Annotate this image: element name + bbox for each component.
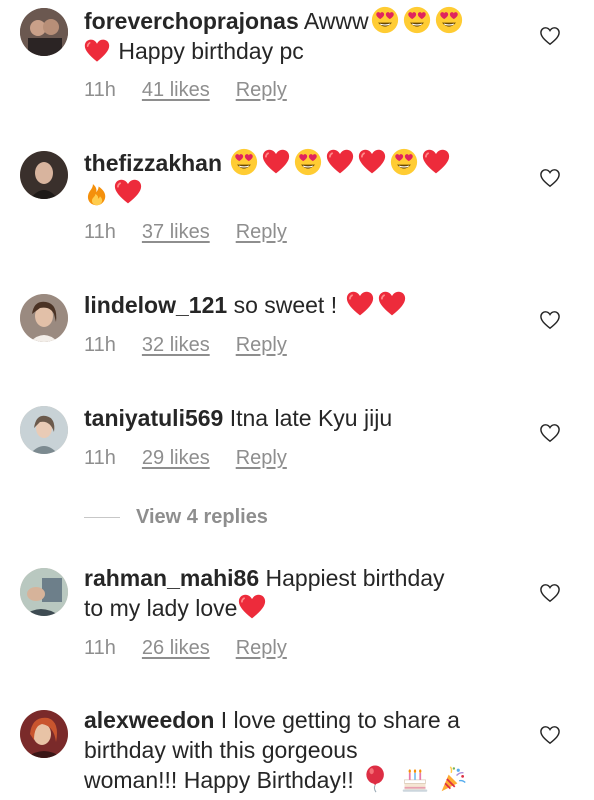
heart-eyes-icon bbox=[403, 6, 431, 34]
like-heart-icon[interactable] bbox=[539, 423, 561, 443]
red-heart-icon bbox=[358, 148, 386, 176]
comment-body: so sweet ! bbox=[233, 292, 338, 318]
likes-link[interactable]: 37 likes bbox=[142, 221, 210, 244]
comment-meta: 11h 32 likes Reply bbox=[84, 334, 287, 357]
fire-icon bbox=[84, 180, 110, 206]
like-heart-icon[interactable] bbox=[539, 725, 561, 745]
comment-body-line2: birthday with this gorgeous bbox=[84, 737, 358, 763]
avatar[interactable] bbox=[20, 710, 68, 758]
likes-link[interactable]: 29 likes bbox=[142, 447, 210, 470]
comment-body-line3: woman!!! Happy Birthday!! bbox=[84, 767, 354, 793]
comment-body: I love getting to share a bbox=[220, 707, 460, 733]
comment-time: 11h bbox=[84, 79, 116, 101]
like-heart-icon[interactable] bbox=[539, 26, 561, 46]
comment-body: Awww bbox=[303, 8, 369, 34]
red-heart-icon bbox=[378, 290, 406, 318]
comment-username[interactable]: alexweedon bbox=[84, 707, 214, 733]
comment-body: Itna late Kyu jiju bbox=[229, 405, 393, 431]
heart-eyes-icon bbox=[294, 148, 322, 176]
avatar[interactable] bbox=[20, 406, 68, 454]
red-heart-icon bbox=[84, 38, 110, 64]
comment-text: taniyatuli569 Itna late Kyu jiju bbox=[84, 403, 524, 433]
comment-body-line2: to my lady love bbox=[84, 595, 238, 621]
like-heart-icon[interactable] bbox=[539, 310, 561, 330]
party-popper-icon bbox=[439, 765, 467, 793]
reply-button[interactable]: Reply bbox=[236, 637, 287, 660]
comment-text: foreverchoprajonas Awww Happy birthday p… bbox=[84, 6, 524, 66]
reply-button[interactable]: Reply bbox=[236, 447, 287, 470]
comment-username[interactable]: foreverchoprajonas bbox=[84, 8, 299, 34]
comment-body: Happiest birthday bbox=[265, 565, 445, 591]
comment-time: 11h bbox=[84, 637, 116, 659]
red-heart-icon bbox=[238, 593, 266, 621]
comment-text: alexweedon I love getting to share a bir… bbox=[84, 705, 524, 795]
like-heart-icon[interactable] bbox=[539, 168, 561, 188]
likes-link[interactable]: 41 likes bbox=[142, 79, 210, 102]
red-heart-icon bbox=[262, 148, 290, 176]
avatar[interactable] bbox=[20, 151, 68, 199]
comment-meta: 11h 37 likes Reply bbox=[84, 221, 287, 244]
comment-time: 11h bbox=[84, 221, 116, 243]
red-heart-icon bbox=[422, 148, 450, 176]
red-heart-icon bbox=[346, 290, 374, 318]
reply-button[interactable]: Reply bbox=[236, 221, 287, 244]
comment-username[interactable]: thefizzakhan bbox=[84, 150, 222, 176]
avatar[interactable] bbox=[20, 568, 68, 616]
comment-meta: 11h 29 likes Reply bbox=[84, 447, 287, 470]
comment-username[interactable]: rahman_mahi86 bbox=[84, 565, 259, 591]
balloon-icon bbox=[362, 765, 390, 793]
comment-time: 11h bbox=[84, 334, 116, 356]
reply-button[interactable]: Reply bbox=[236, 334, 287, 357]
likes-link[interactable]: 26 likes bbox=[142, 637, 210, 660]
heart-eyes-icon bbox=[390, 148, 418, 176]
comment-meta: 11h 41 likes Reply bbox=[84, 79, 287, 102]
reply-button[interactable]: Reply bbox=[236, 79, 287, 102]
comment-time: 11h bbox=[84, 447, 116, 469]
heart-eyes-icon bbox=[435, 6, 463, 34]
heart-eyes-icon bbox=[371, 6, 399, 34]
avatar[interactable] bbox=[20, 8, 68, 56]
comment-body-line2: Happy birthday pc bbox=[118, 38, 304, 64]
view-replies-label[interactable]: View 4 replies bbox=[136, 506, 268, 529]
red-heart-icon bbox=[326, 148, 354, 176]
comment-meta: 11h 26 likes Reply bbox=[84, 637, 287, 660]
avatar[interactable] bbox=[20, 294, 68, 342]
comment-text: lindelow_121 so sweet ! bbox=[84, 290, 524, 320]
comment-username[interactable]: taniyatuli569 bbox=[84, 405, 223, 431]
comment-text: thefizzakhan bbox=[84, 148, 524, 208]
view-replies-button[interactable]: View 4 replies bbox=[84, 506, 268, 529]
like-heart-icon[interactable] bbox=[539, 583, 561, 603]
divider-line bbox=[84, 517, 120, 518]
red-heart-icon bbox=[114, 178, 142, 206]
likes-link[interactable]: 32 likes bbox=[142, 334, 210, 357]
comment-text: rahman_mahi86 Happiest birthday to my la… bbox=[84, 563, 524, 623]
birthday-cake-icon bbox=[401, 765, 429, 793]
heart-eyes-icon bbox=[230, 148, 258, 176]
comment-username[interactable]: lindelow_121 bbox=[84, 292, 227, 318]
